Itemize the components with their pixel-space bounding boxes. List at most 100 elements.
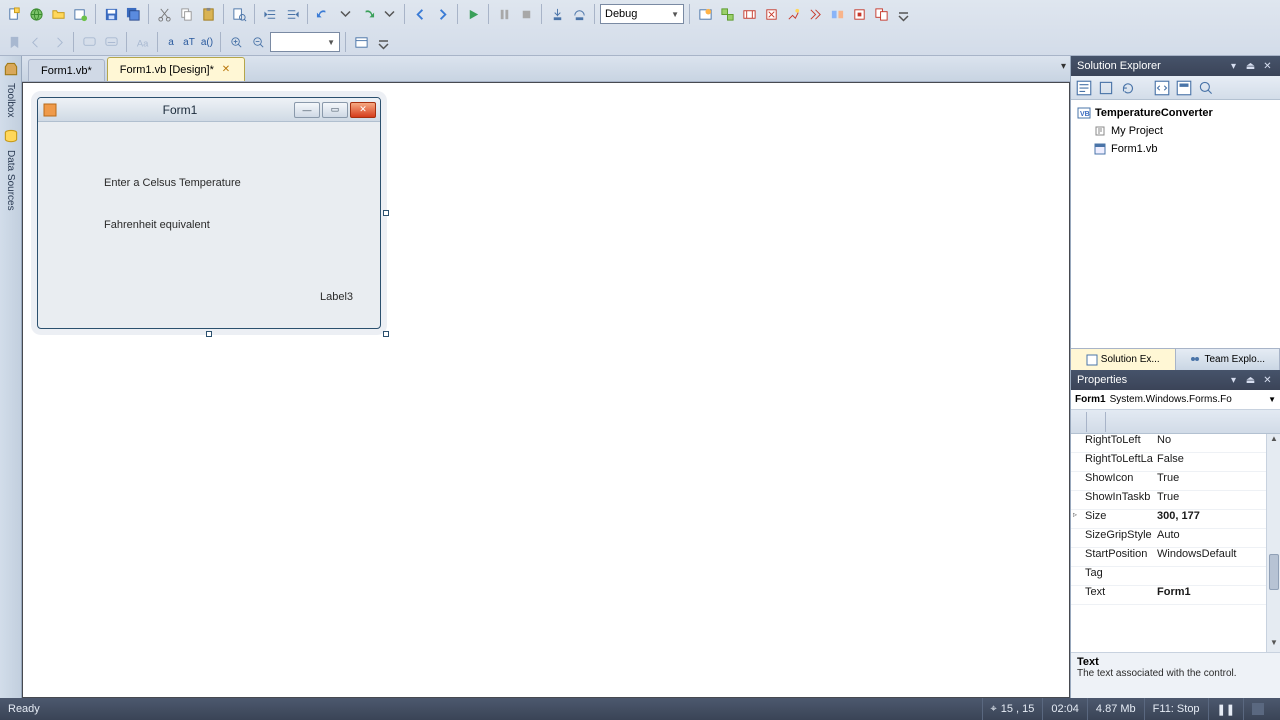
status-pause-icon[interactable]: ❚❚	[1208, 698, 1243, 720]
label-celsius[interactable]: Enter a Celsus Temperature	[104, 177, 241, 189]
open-folder-icon[interactable]	[48, 4, 68, 24]
stop-icon[interactable]	[516, 4, 536, 24]
minimize-button[interactable]: —	[294, 102, 320, 118]
paste-icon[interactable]	[198, 4, 218, 24]
properties-grid[interactable]: RightToLeftNo RightToLeftLaFalse ShowIco…	[1071, 434, 1266, 652]
config-select[interactable]: Debug▼	[600, 4, 684, 24]
tab-label: Team Explo...	[1204, 354, 1265, 365]
view-class-icon[interactable]	[1197, 79, 1215, 97]
next-bookmark-icon[interactable]	[48, 32, 68, 52]
cut-icon[interactable]	[154, 4, 174, 24]
layout-icon[interactable]	[351, 32, 371, 52]
zoom-out-icon[interactable]	[248, 32, 268, 52]
label-fahrenheit[interactable]: Fahrenheit equivalent	[104, 219, 210, 231]
maximize-button[interactable]: ▭	[322, 102, 348, 118]
close-tab-icon[interactable]: ✕	[220, 64, 232, 76]
text-a-icon[interactable]: a	[163, 33, 179, 51]
undo-icon[interactable]	[313, 4, 333, 24]
step-into-icon[interactable]	[547, 4, 567, 24]
outdent-icon[interactable]	[260, 4, 280, 24]
globe-icon[interactable]	[26, 4, 46, 24]
datasources-tab-icon[interactable]	[2, 127, 20, 145]
close-button[interactable]: ✕	[350, 102, 376, 118]
refresh-icon[interactable]	[1119, 79, 1137, 97]
tab-form1-code[interactable]: Form1.vb*	[28, 59, 105, 81]
tab-team-explorer[interactable]: Team Explo...	[1176, 349, 1280, 370]
toolbox-tab[interactable]: Toolbox	[5, 83, 16, 117]
text-paren-icon[interactable]: a()	[199, 33, 215, 51]
window-position-icon[interactable]: ▾	[1227, 374, 1240, 387]
form-client-area[interactable]: Enter a Celsus Temperature Fahrenheit eq…	[38, 122, 380, 142]
prev-bookmark-icon[interactable]	[26, 32, 46, 52]
properties-scrollbar[interactable]: ▲ ▼	[1266, 434, 1280, 652]
tool-icon-3[interactable]	[739, 4, 759, 24]
designer-form[interactable]: Form1 — ▭ ✕ Enter a Celsus Temperature F…	[37, 97, 381, 329]
close-panel-icon[interactable]: ✕	[1261, 60, 1274, 73]
resize-handle-s[interactable]	[206, 331, 212, 337]
tool-icon-4[interactable]	[761, 4, 781, 24]
undo-dropdown-icon[interactable]	[335, 4, 355, 24]
nav-back-icon[interactable]	[410, 4, 430, 24]
save-icon[interactable]	[101, 4, 121, 24]
tab-form1-design[interactable]: Form1.vb [Design]*✕	[107, 57, 245, 81]
window-position-icon[interactable]: ▾	[1227, 60, 1240, 73]
tree-item-form1[interactable]: Form1.vb	[1071, 140, 1280, 158]
pin-icon[interactable]: ⏏	[1244, 60, 1257, 73]
datasources-tab[interactable]: Data Sources	[5, 150, 16, 211]
toolbox-tab-icon[interactable]	[2, 60, 20, 78]
solution-tree[interactable]: VB TemperatureConverter My Project Form1…	[1071, 100, 1280, 348]
scroll-down-icon[interactable]: ▼	[1267, 638, 1280, 652]
save-all-icon[interactable]	[123, 4, 143, 24]
comment-icon[interactable]	[79, 32, 99, 52]
toggle-case-icon[interactable]: Aa	[132, 32, 152, 52]
scroll-up-icon[interactable]: ▲	[1267, 434, 1280, 448]
property-row: Tag	[1071, 567, 1266, 586]
tool-icon-1[interactable]	[695, 4, 715, 24]
close-panel-icon[interactable]: ✕	[1261, 374, 1274, 387]
tab-overflow-icon[interactable]: ▾	[1061, 61, 1066, 72]
tool-icon-2[interactable]	[717, 4, 737, 24]
indent-icon[interactable]	[282, 4, 302, 24]
pin-icon[interactable]: ⏏	[1244, 374, 1257, 387]
design-surface[interactable]: Form1 — ▭ ✕ Enter a Celsus Temperature F…	[23, 83, 1069, 697]
status-stop-icon[interactable]	[1243, 698, 1272, 720]
pause-icon[interactable]	[494, 4, 514, 24]
tool-icon-9[interactable]	[871, 4, 891, 24]
add-project-icon[interactable]	[70, 4, 90, 24]
resize-handle-e[interactable]	[383, 210, 389, 216]
find-in-file-icon[interactable]	[229, 4, 249, 24]
tree-item-myproject[interactable]: My Project	[1071, 122, 1280, 140]
properties-object-selector[interactable]: Form1 System.Windows.Forms.Fo ▼	[1071, 390, 1280, 410]
project-node[interactable]: VB TemperatureConverter	[1071, 104, 1280, 122]
property-row: ShowIconTrue	[1071, 472, 1266, 491]
step-over-icon[interactable]	[569, 4, 589, 24]
redo-icon[interactable]	[357, 4, 377, 24]
toolbar-overflow-icon[interactable]	[893, 4, 913, 24]
resize-handle-se[interactable]	[383, 331, 389, 337]
start-debug-icon[interactable]	[463, 4, 483, 24]
view-code-icon[interactable]	[1153, 79, 1171, 97]
tool-icon-6[interactable]	[805, 4, 825, 24]
search-combo[interactable]: ▼	[270, 32, 340, 52]
tool-icon-7[interactable]	[827, 4, 847, 24]
bookmark-icon[interactable]	[4, 32, 24, 52]
redo-dropdown-icon[interactable]	[379, 4, 399, 24]
new-item-icon[interactable]	[4, 4, 24, 24]
zoom-in-icon[interactable]	[226, 32, 246, 52]
show-all-icon[interactable]	[1097, 79, 1115, 97]
property-row-text: TextForm1	[1071, 586, 1266, 605]
toolbar2-overflow-icon[interactable]	[373, 32, 393, 52]
tool-icon-8[interactable]	[849, 4, 869, 24]
tab-solution-explorer[interactable]: Solution Ex...	[1071, 349, 1176, 370]
uncomment-icon[interactable]	[101, 32, 121, 52]
svg-text:VB: VB	[1080, 111, 1090, 118]
copy-icon[interactable]	[176, 4, 196, 24]
label-3[interactable]: Label3	[320, 291, 353, 303]
properties-icon[interactable]	[1075, 79, 1093, 97]
scroll-thumb[interactable]	[1269, 554, 1279, 590]
text-aT-icon[interactable]: aT	[181, 33, 197, 51]
nav-fwd-icon[interactable]	[432, 4, 452, 24]
tool-icon-5[interactable]	[783, 4, 803, 24]
view-designer-icon[interactable]	[1175, 79, 1193, 97]
right-pane: Solution Explorer ▾ ⏏ ✕ VB TemperatureCo…	[1070, 56, 1280, 698]
